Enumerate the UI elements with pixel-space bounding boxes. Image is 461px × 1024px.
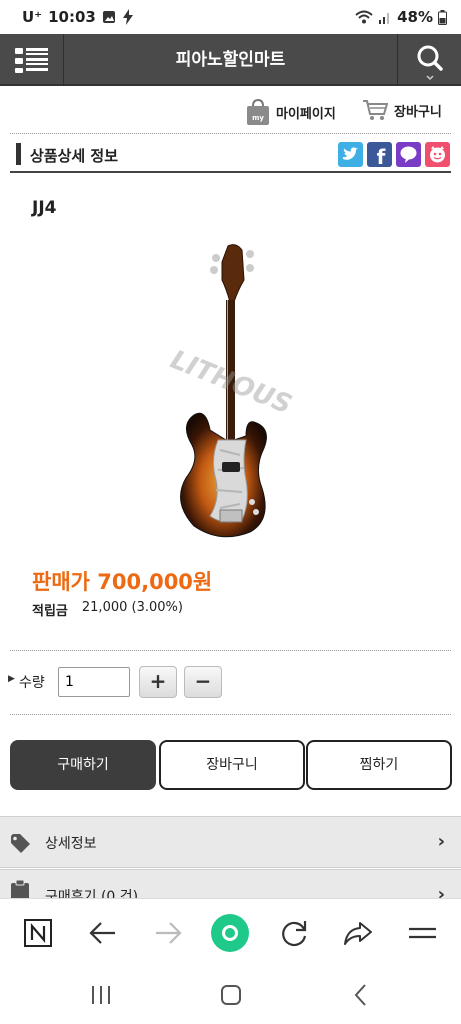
facebook-share-button[interactable]: f <box>367 142 392 169</box>
browser-toolbar <box>0 898 461 968</box>
cart-icon <box>363 100 388 120</box>
svg-text:my: my <box>252 114 264 122</box>
battery-icon <box>438 9 447 25</box>
section-header: 상품상세 정보 f <box>10 137 451 173</box>
clock: 10:03 <box>48 8 96 26</box>
search-button[interactable] <box>397 34 461 86</box>
arrow-left-icon <box>89 922 115 944</box>
buy-button[interactable]: 구매하기 <box>10 740 156 790</box>
battery-percent: 48% <box>397 8 433 26</box>
product-image: LITHOUS <box>166 244 296 538</box>
product-points: 적립금 21,000 (3.00%) <box>32 600 183 619</box>
facebook-icon: f <box>377 145 386 169</box>
recent-apps-icon[interactable] <box>86 982 116 1008</box>
wifi-icon <box>355 10 373 24</box>
tag-icon <box>11 834 30 853</box>
menu-button[interactable] <box>0 34 64 86</box>
share-button[interactable] <box>340 915 376 951</box>
twitter-icon <box>343 147 358 160</box>
divider <box>10 714 451 715</box>
arrow-right-icon <box>156 922 182 944</box>
add-to-cart-button[interactable]: 장바구니 <box>159 740 305 790</box>
quantity-label: 수량 <box>19 675 45 691</box>
more-menu-button[interactable] <box>404 915 440 951</box>
wishlist-button[interactable]: 찜하기 <box>306 740 452 790</box>
back-button[interactable] <box>85 915 121 951</box>
status-bar: U⁺ 10:03 48% <box>0 0 461 34</box>
kakaostory-icon <box>430 146 445 163</box>
chevron-right-icon: › <box>437 831 445 852</box>
cart-link[interactable]: 장바구니 <box>362 98 442 122</box>
twitter-share-button[interactable] <box>338 142 363 167</box>
cart-label: 장바구니 <box>394 104 442 120</box>
home-icon[interactable] <box>216 980 246 1010</box>
shopping-bag-icon: my <box>247 98 269 125</box>
divider <box>10 133 451 134</box>
svg-text:f: f <box>377 145 386 167</box>
line-share-button[interactable] <box>396 142 421 167</box>
points-label: 적립금 <box>32 604 68 619</box>
share-arrow-icon <box>344 922 372 945</box>
bullet-icon: ▶ <box>8 674 15 684</box>
app-header: 피아노할인마트 <box>0 34 461 86</box>
mypage-label: 마이페이지 <box>276 106 336 122</box>
accordion-detail-info[interactable]: 상세정보 › <box>0 816 461 868</box>
menu-icon <box>15 48 48 73</box>
green-dot-icon <box>211 914 249 952</box>
carrier-label: U⁺ <box>22 8 43 26</box>
quantity-input[interactable] <box>58 667 130 697</box>
product-price: 판매가 700,000원 <box>32 570 213 594</box>
flash-icon <box>122 9 133 25</box>
naver-n-icon <box>24 919 52 947</box>
system-nav-bar <box>0 968 461 1024</box>
forward-button[interactable] <box>150 915 186 951</box>
gallery-icon <box>102 11 115 23</box>
search-icon <box>417 45 443 81</box>
line-icon <box>400 146 417 163</box>
hamburger-icon <box>409 927 436 939</box>
quantity-minus-button[interactable]: − <box>184 666 222 698</box>
naver-home-button[interactable] <box>20 915 56 951</box>
section-marker <box>16 143 21 165</box>
mypage-link[interactable]: my 마이페이지 <box>246 98 336 126</box>
kakaostory-share-button[interactable] <box>425 142 450 167</box>
quantity-row: ▶ 수량 + − <box>0 650 461 714</box>
green-dot-button[interactable] <box>210 913 250 953</box>
product-name: JJ4 <box>32 198 57 218</box>
reload-icon <box>282 921 307 947</box>
app-title: 피아노할인마트 <box>175 50 286 70</box>
accordion-label: 상세정보 <box>45 836 97 852</box>
user-links: my 마이페이지 장바구니 <box>0 92 461 132</box>
back-nav-icon[interactable] <box>346 980 376 1010</box>
reload-button[interactable] <box>276 915 312 951</box>
points-value: 21,000 (3.00%) <box>81 600 183 615</box>
signal-icon <box>379 13 390 24</box>
quantity-plus-button[interactable]: + <box>139 666 177 698</box>
section-title: 상품상세 정보 <box>30 147 119 165</box>
